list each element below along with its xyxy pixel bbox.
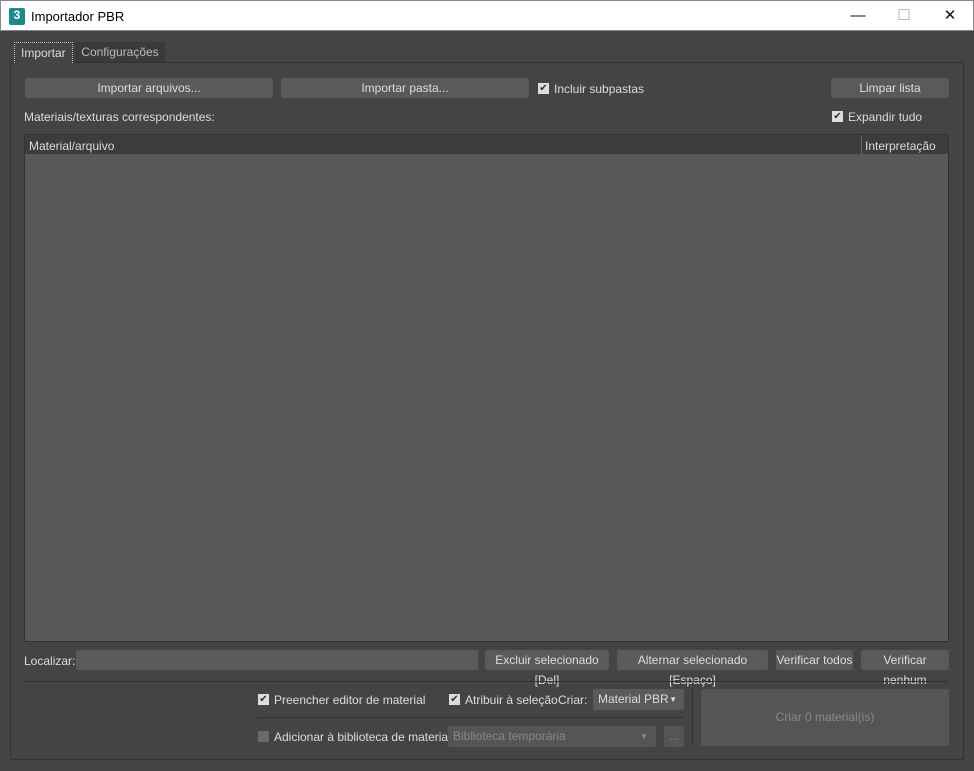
add-library-checkbox[interactable] [258, 731, 269, 742]
import-folder-button[interactable]: Importar pasta... [281, 78, 529, 98]
find-input[interactable] [76, 650, 478, 670]
assign-selection-label: Atribuir à seleção [465, 693, 558, 707]
check-none-button[interactable]: Verificar nenhum [861, 650, 949, 687]
column-divider[interactable] [861, 135, 862, 154]
library-dropdown[interactable]: Biblioteca temporária ▼ [448, 726, 656, 747]
title-bar: 3 Importador PBR — ☐ ✕ [0, 0, 974, 31]
fill-editor-checkbox[interactable]: ✔ [258, 694, 269, 705]
delete-selected-button[interactable]: Excluir selecionado [Del] [485, 650, 609, 687]
materials-list[interactable]: Material/arquivo Interpretação [24, 134, 949, 642]
maximize-button[interactable]: ☐ [881, 5, 927, 27]
chevron-down-icon: ▼ [669, 695, 677, 704]
toggle-selected-button[interactable]: Alternar selecionado [Espaço] [617, 650, 768, 687]
create-type-value: Material PBR [598, 692, 669, 706]
include-subfolders-checkbox[interactable]: ✔ [538, 83, 549, 94]
expand-all-checkbox[interactable]: ✔ [832, 111, 843, 122]
close-button[interactable]: ✕ [927, 5, 973, 27]
list-label: Materiais/texturas correspondentes: [24, 110, 215, 124]
tab-configuracoes[interactable]: Configurações [75, 42, 165, 63]
import-files-button[interactable]: Importar arquivos... [25, 78, 273, 98]
check-all-button[interactable]: Verificar todos [776, 650, 853, 670]
app-icon: 3 [9, 8, 25, 25]
fill-editor-label: Preencher editor de material [274, 693, 426, 707]
create-materials-button[interactable]: Criar 0 material(is) [701, 689, 949, 746]
assign-selection-checkbox[interactable]: ✔ [449, 694, 460, 705]
browse-library-button[interactable]: ... [664, 726, 684, 747]
divider [258, 717, 684, 718]
clear-list-button[interactable]: Limpar lista [831, 78, 949, 98]
add-library-label: Adicionar à biblioteca de materiais [274, 730, 457, 744]
include-subfolders-label: Incluir subpastas [554, 82, 645, 96]
library-value: Biblioteca temporária [453, 729, 566, 743]
divider [692, 688, 693, 746]
create-label: Criar: [558, 693, 588, 707]
minimize-button[interactable]: — [835, 5, 881, 27]
tab-importar[interactable]: Importar [14, 42, 73, 63]
window-title: Importador PBR [31, 9, 125, 24]
create-type-dropdown[interactable]: Material PBR ▼ [593, 689, 684, 710]
find-label: Localizar: [24, 654, 76, 668]
divider [24, 681, 949, 682]
column-interpretation[interactable]: Interpretação [865, 139, 936, 153]
column-material[interactable]: Material/arquivo [29, 139, 114, 153]
list-header: Material/arquivo Interpretação [25, 135, 948, 154]
expand-all-label: Expandir tudo [848, 110, 923, 124]
chevron-down-icon: ▼ [640, 732, 648, 741]
